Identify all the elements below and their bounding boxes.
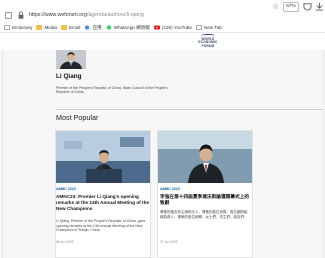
- section-divider: [56, 109, 325, 110]
- article-description: 尊敬的施瓦布主席和夫人，尊敬的各位貴賓，各位國際組織負責人，尊敬的各位使節，女士…: [160, 210, 248, 219]
- article-tag[interactable]: AMNC 2023: [56, 187, 76, 191]
- article-title[interactable]: AMNC23: Premier Li Qiang's opening remar…: [56, 194, 150, 212]
- email-icon: [60, 25, 67, 30]
- article-thumbnail[interactable]: [56, 131, 150, 183]
- article-date: 28 Jun 2023: [56, 240, 74, 244]
- pocket-icon[interactable]: [303, 2, 312, 11]
- apps-icon: [85, 25, 90, 30]
- whatsapp-icon: [106, 25, 111, 30]
- author-photo: [56, 50, 86, 69]
- article-card[interactable]: AMNC 2023 AMNC23: Premier Li Qiang's ope…: [55, 130, 151, 258]
- section-title: Most Popular: [56, 113, 99, 122]
- bookmark-dictionary[interactable]: Dictionary: [4, 25, 32, 30]
- logo-line-3: FORUM: [201, 43, 215, 48]
- article-description: Li Qiang, Premier of the People's Republ…: [56, 219, 146, 232]
- article-card[interactable]: AMNC 2023 李強在第十四屆夏季達沃斯論壇開幕式上的致辭 尊敬的施瓦布主席…: [157, 130, 253, 258]
- folder-icon: [36, 25, 43, 30]
- bookmark-whatsapp[interactable]: WhatsApp 網頁版: [106, 25, 150, 31]
- wef-logo[interactable]: WORLD ECONOMIC FORUM: [195, 33, 221, 49]
- bookmark-star-icon[interactable]: ☆: [272, 2, 279, 11]
- downloads-icon[interactable]: [315, 2, 324, 11]
- author-name: Li Qiang: [56, 73, 82, 80]
- bookmark-media[interactable]: Media: [36, 25, 57, 30]
- left-rule: [2, 50, 3, 258]
- new-tab-icon: [196, 25, 202, 30]
- lock-icon[interactable]: [17, 11, 25, 20]
- dictionary-icon: [4, 25, 10, 30]
- article-title[interactable]: 李強在第十四屆夏季達沃斯論壇開幕式上的致辭: [160, 194, 250, 206]
- author-bio: Premier of the People's Republic of Chin…: [56, 86, 168, 95]
- bookmark-apps[interactable]: 应用: [84, 25, 102, 31]
- article-tag[interactable]: AMNC 2023: [160, 187, 180, 191]
- youtube-icon: [153, 25, 160, 30]
- zoom-level[interactable]: 67%: [283, 2, 299, 12]
- article-date: 27 Jun 2023: [160, 240, 178, 244]
- bookmarks-bar: Dictionary Media Email 应用 WhatsApp 網頁版 (…: [0, 23, 325, 33]
- bookmark-youtube[interactable]: (126) YouTube: [153, 25, 192, 30]
- bookmark-email[interactable]: Email: [60, 25, 80, 30]
- url-text[interactable]: https://www.weforum.org/agenda/authors/l…: [29, 12, 144, 18]
- page-info-icon[interactable]: [3, 10, 13, 20]
- article-thumbnail[interactable]: [158, 131, 252, 183]
- bookmark-new-tab[interactable]: New Tab: [196, 25, 222, 30]
